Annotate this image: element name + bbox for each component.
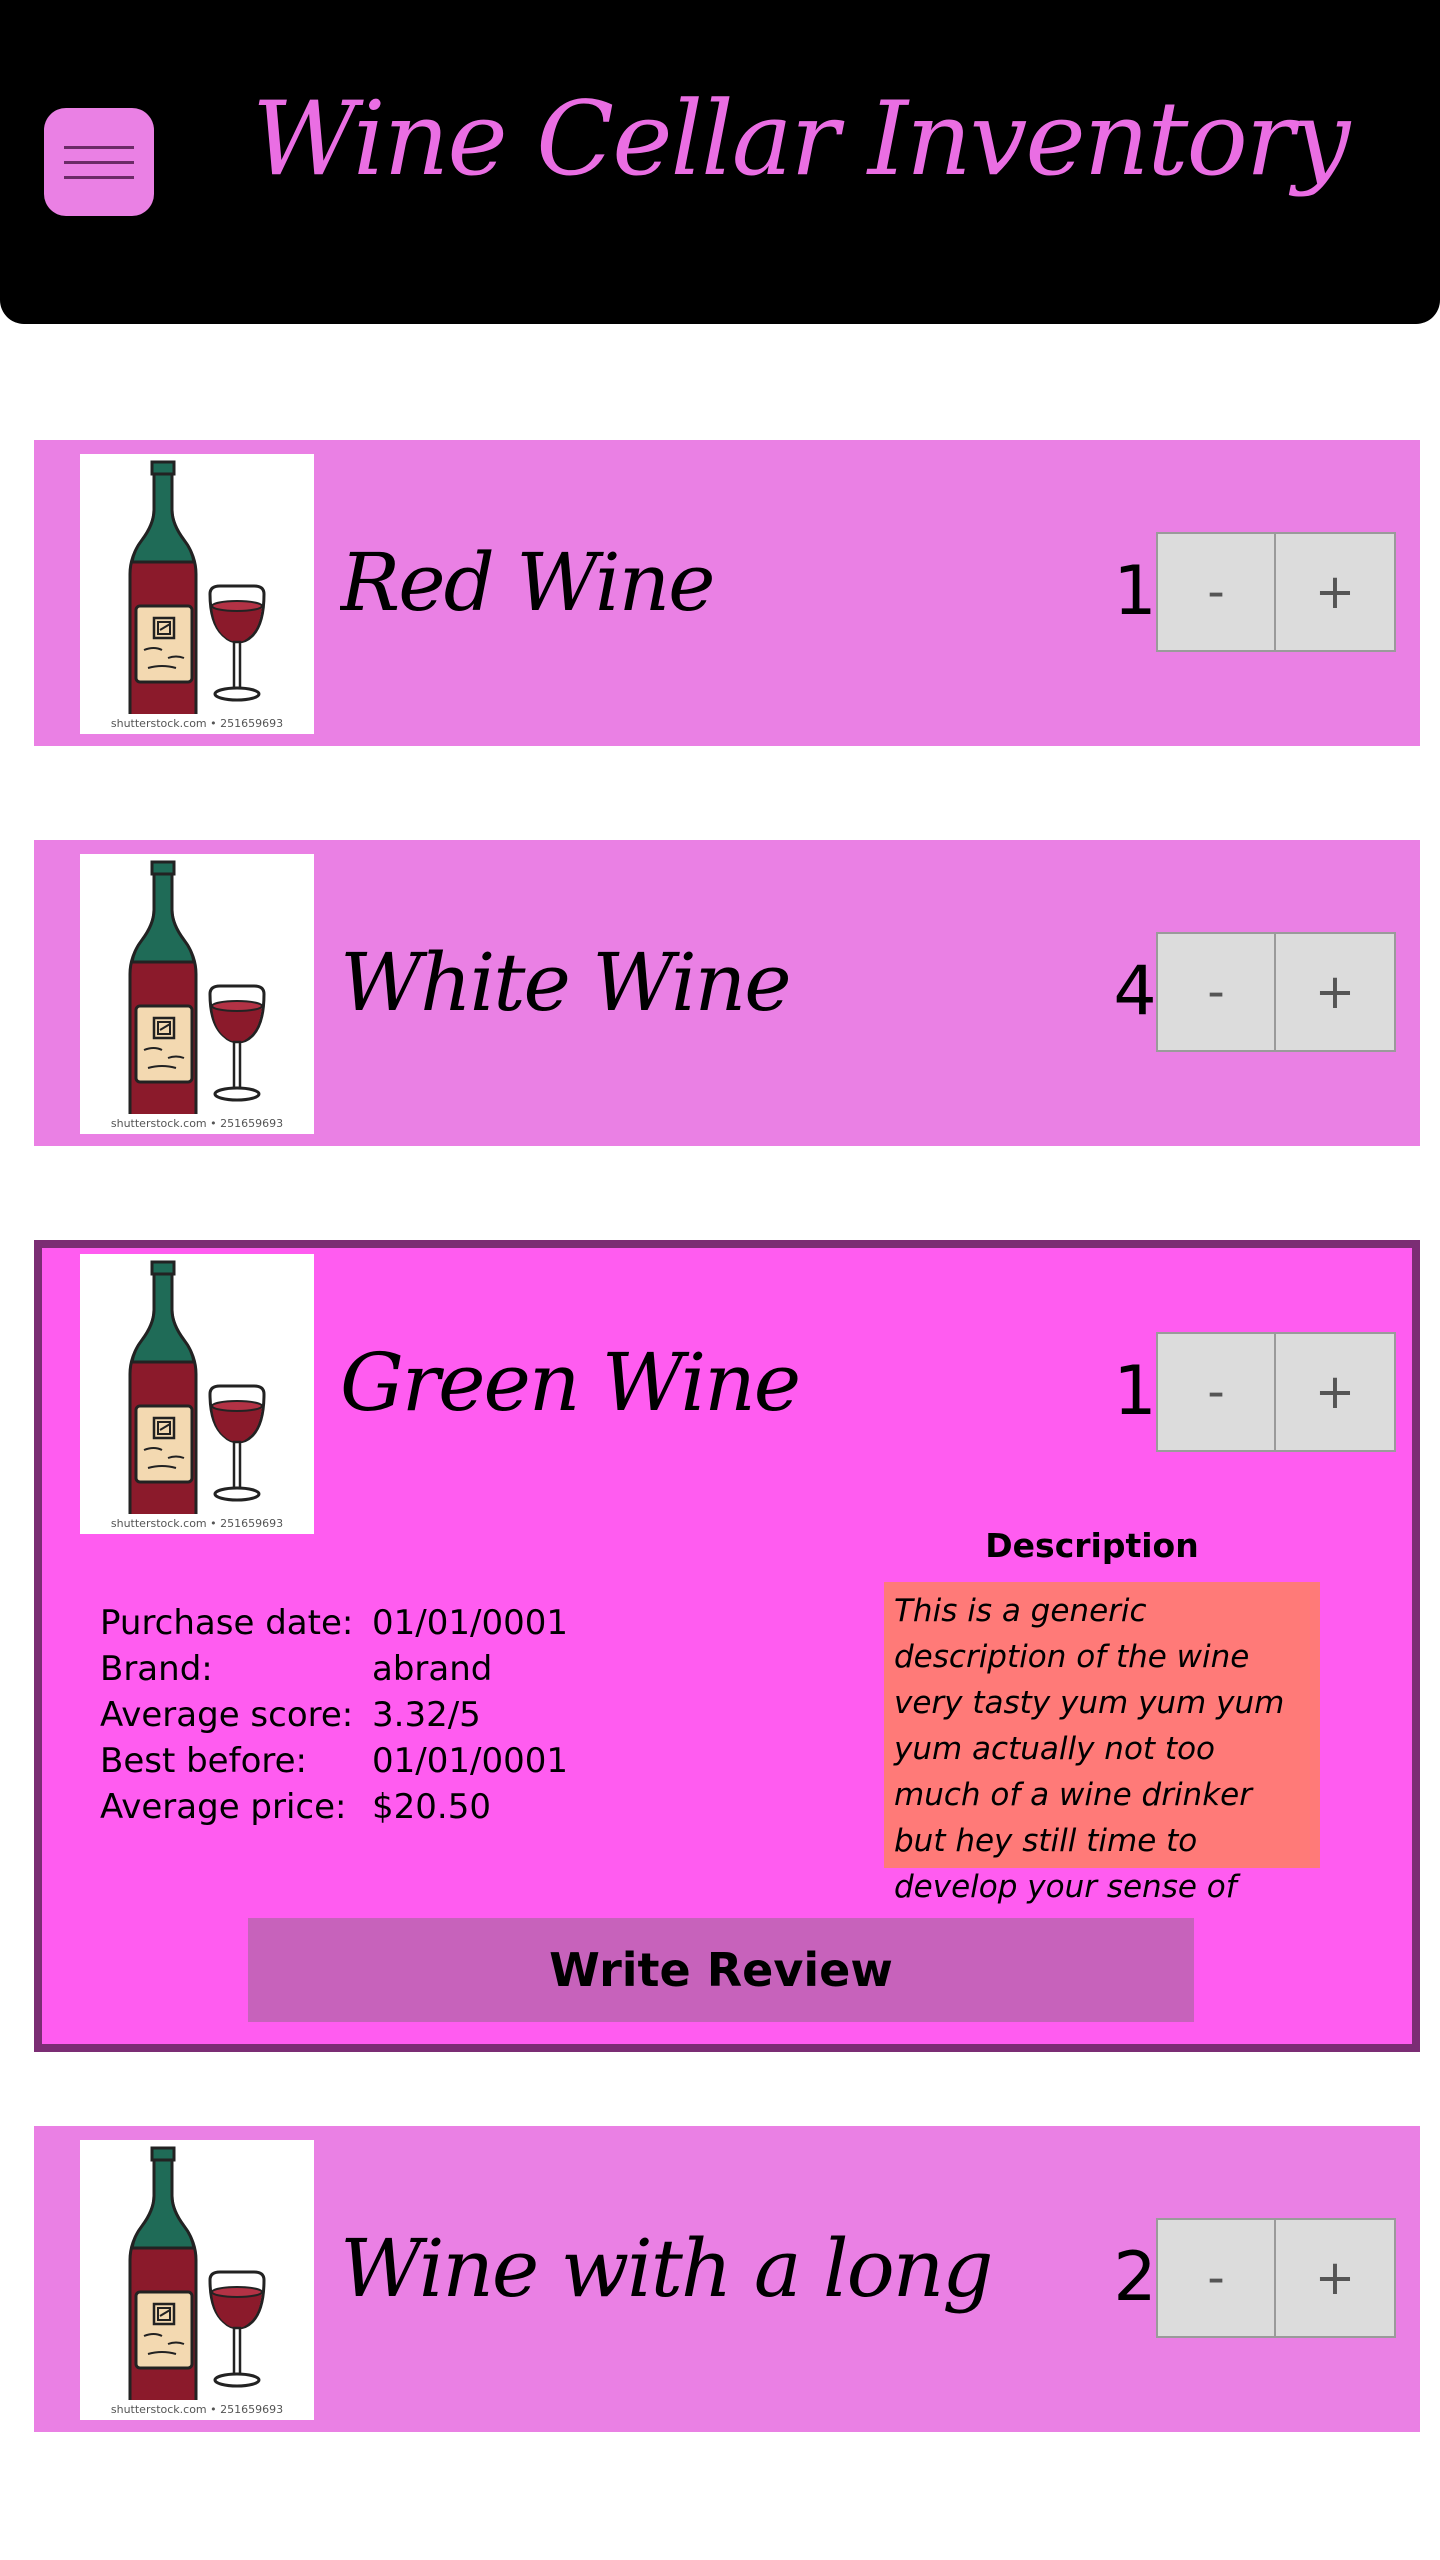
- detail-label: Brand:: [100, 1649, 213, 1689]
- quantity-stepper: - +: [1156, 932, 1396, 1052]
- increment-button[interactable]: +: [1276, 532, 1396, 652]
- detail-value: 3.32/5: [372, 1695, 481, 1735]
- image-credit: shutterstock.com • 251659693: [110, 717, 284, 730]
- detail-value: 01/01/0001: [372, 1603, 568, 1643]
- wine-card[interactable]: shutterstock.com • 251659693 White Wine …: [34, 840, 1420, 1146]
- wine-name: Wine with a long na-: [340, 2222, 1020, 2315]
- decrement-button[interactable]: -: [1156, 932, 1276, 1052]
- app-title: Wine Cellar Inventory: [252, 80, 1350, 199]
- detail-value: 01/01/0001: [372, 1741, 568, 1781]
- detail-row-brand: Brand: abrand: [100, 1646, 568, 1692]
- wine-bottle-image[interactable]: shutterstock.com • 251659693: [80, 2140, 314, 2420]
- detail-row-average-price: Average price: $20.50: [100, 1784, 568, 1830]
- wine-details: Purchase date: 01/01/0001 Brand: abrand …: [100, 1600, 568, 1830]
- description-text: This is a generic description of the win…: [884, 1582, 1320, 1951]
- increment-button[interactable]: +: [1276, 2218, 1396, 2338]
- image-credit: shutterstock.com • 251659693: [110, 1117, 284, 1130]
- quantity-stepper: - +: [1156, 2218, 1396, 2338]
- wine-card[interactable]: shutterstock.com • 251659693 Wine with a…: [34, 2126, 1420, 2432]
- increment-button[interactable]: +: [1276, 932, 1396, 1052]
- increment-button[interactable]: +: [1276, 1332, 1396, 1452]
- write-review-button[interactable]: Write Review: [248, 1918, 1194, 2022]
- detail-label: Purchase date:: [100, 1603, 354, 1643]
- image-credit: shutterstock.com • 251659693: [110, 1517, 284, 1530]
- quantity-stepper: - +: [1156, 1332, 1396, 1452]
- wine-bottle-image[interactable]: shutterstock.com • 251659693: [80, 854, 314, 1134]
- hamburger-menu-icon: [64, 146, 134, 149]
- hamburger-menu-icon-line: [64, 161, 134, 164]
- detail-row-average-score: Average score: 3.32/5: [100, 1692, 568, 1738]
- wine-bottle-image[interactable]: shutterstock.com • 251659693: [80, 454, 314, 734]
- hamburger-menu-icon-line: [64, 176, 134, 179]
- quantity-stepper: - +: [1156, 532, 1396, 652]
- hamburger-menu-button[interactable]: [44, 108, 154, 216]
- wine-bottle-icon: [128, 860, 266, 1114]
- wine-name: White Wine: [340, 936, 792, 1029]
- detail-row-best-before: Best before: 01/01/0001: [100, 1738, 568, 1784]
- wine-name: Green Wine: [340, 1336, 801, 1429]
- image-credit: shutterstock.com • 251659693: [110, 2403, 284, 2416]
- detail-label: Best before:: [100, 1741, 307, 1781]
- detail-value: abrand: [372, 1649, 493, 1689]
- wine-bottle-icon: [128, 460, 266, 714]
- detail-label: Average score:: [100, 1695, 354, 1735]
- wine-bottle-image[interactable]: shutterstock.com • 251659693: [80, 1254, 314, 1534]
- decrement-button[interactable]: -: [1156, 2218, 1276, 2338]
- detail-value: $20.50: [372, 1787, 491, 1827]
- description-title: Description: [985, 1526, 1199, 1565]
- detail-row-purchase-date: Purchase date: 01/01/0001: [100, 1600, 568, 1646]
- wine-name: Red Wine: [340, 536, 716, 629]
- wine-card-expanded[interactable]: shutterstock.com • 251659693 Green Wine …: [34, 1240, 1420, 2052]
- detail-label: Average price:: [100, 1787, 347, 1827]
- decrement-button[interactable]: -: [1156, 532, 1276, 652]
- wine-bottle-icon: [128, 2146, 266, 2400]
- app-header: Wine Cellar Inventory: [0, 0, 1440, 324]
- decrement-button[interactable]: -: [1156, 1332, 1276, 1452]
- wine-card[interactable]: shutterstock.com • 251659693 Red Wine 1 …: [34, 440, 1420, 746]
- wine-bottle-icon: [128, 1260, 266, 1514]
